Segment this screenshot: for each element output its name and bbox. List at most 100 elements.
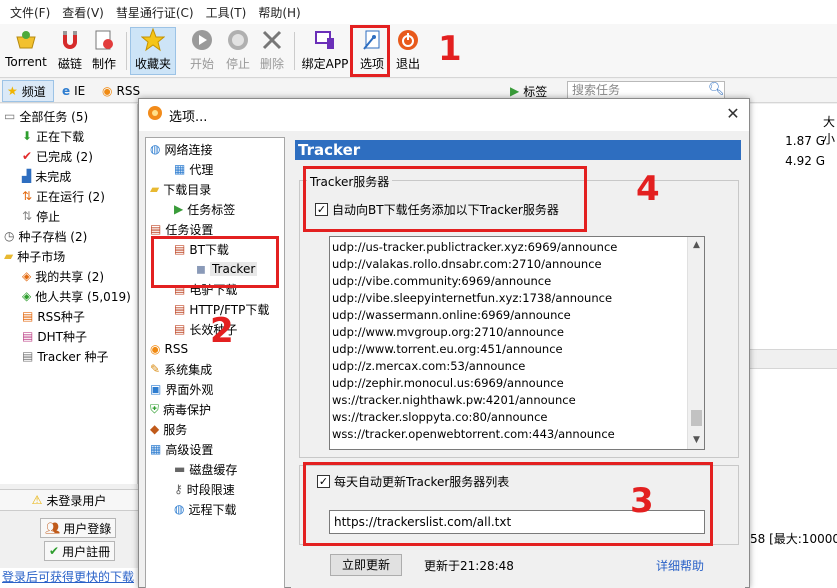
menu-view[interactable]: 查看(V) <box>56 4 110 21</box>
tracker-list-scrollbar[interactable]: ▲ ▼ <box>687 237 704 449</box>
sidebar-item-completed[interactable]: ✔ 已完成 (2) <box>22 146 93 166</box>
stop-icon <box>226 28 250 52</box>
sidebar-item-incomplete[interactable]: ▟ 未完成 <box>22 166 71 186</box>
sidebar-item-all-tasks[interactable]: ▭ 全部任务 (5) <box>4 106 88 126</box>
toolbar-separator <box>294 32 295 70</box>
not-logged-in-status: ⚠ 未登录用户 <box>0 489 138 511</box>
integration-icon: ✎ <box>150 362 161 376</box>
tag-icon: ▶ <box>510 84 520 98</box>
start-button[interactable]: 开始 <box>186 28 218 74</box>
annotation-box-2 <box>151 236 279 288</box>
clipboard-icon: ▤ <box>150 222 162 236</box>
tree-item-task-tags[interactable]: ▶ 任务标签 <box>174 199 235 219</box>
stop-arrows-icon: ⇅ <box>22 209 33 223</box>
detailed-help-link[interactable]: 详细帮助 <box>656 557 704 574</box>
tracker-line: udp://z.mercax.com:53/announce <box>332 359 526 373</box>
sidebar-item-downloading[interactable]: ⬇ 正在下载 <box>22 126 84 146</box>
tracker-seed-icon: ▤ <box>22 349 34 363</box>
menu-help[interactable]: 帮助(H) <box>252 4 306 21</box>
tracker-list-textarea[interactable]: udp://us-tracker.publictracker.xyz:6969/… <box>329 236 705 450</box>
tree-item-services[interactable]: ◆ 服务 <box>150 419 187 439</box>
sidebar-item-dht-seeds[interactable]: ▤ DHT种子 <box>22 326 87 346</box>
scroll-up-icon[interactable]: ▲ <box>688 237 704 254</box>
checkmark-icon: ✔ <box>22 149 33 163</box>
login-button[interactable]: 👥︎ 用户登錄 <box>40 518 117 538</box>
toolbar-separator <box>126 32 127 70</box>
tree-item-remote-download[interactable]: ◍ 远程下载 <box>174 499 237 519</box>
key-icon: ⚷ <box>174 482 183 496</box>
scroll-thumb[interactable] <box>691 410 702 426</box>
tracker-line: udp://www.torrent.eu.org:451/announce <box>332 342 563 356</box>
tree-item-time-limit[interactable]: ⚷ 时段限速 <box>174 479 235 499</box>
search-icon[interactable]: 🔍︎ <box>708 82 725 97</box>
globe-icon: ◍ <box>174 502 185 516</box>
scroll-down-icon[interactable]: ▼ <box>688 432 704 449</box>
tracker-line: udp://wassermann.online:6969/announce <box>332 308 571 322</box>
tree-item-virus-protection[interactable]: ⛨ 病毒保护 <box>150 399 211 419</box>
menu-bar: 文件(F) 查看(V) 彗星通行证(C) 工具(T) 帮助(H) <box>0 0 837 24</box>
tree-item-network[interactable]: ◍ 网络连接 <box>150 139 213 159</box>
menu-tools[interactable]: 工具(T) <box>200 4 253 21</box>
connection-status: 58 [最大:10000] <box>750 532 837 546</box>
exit-button[interactable]: 退出 <box>392 28 424 74</box>
tracker-line: udp://valakas.rollo.dnsabr.com:2710/anno… <box>332 257 602 271</box>
torrent-icon <box>14 28 38 52</box>
long-seed-icon: ▤ <box>174 322 186 336</box>
warning-icon: ⚠ <box>31 493 43 507</box>
tree-item-disk-cache[interactable]: ▬ 磁盘缓存 <box>174 459 237 479</box>
tree-item-download-dir[interactable]: ▰ 下载目录 <box>150 179 211 199</box>
sidebar-item-rss-seeds[interactable]: ▤ RSS种子 <box>22 306 85 326</box>
torrent-button[interactable]: Torrent <box>4 28 48 74</box>
sidebar-item-tracker-seeds[interactable]: ▤ Tracker 种子 <box>22 346 108 366</box>
download-share-icon: ◈ <box>22 289 32 303</box>
tree-item-proxy[interactable]: ▦ 代理 <box>174 159 213 179</box>
tracker-line: ws://tracker.nighthawk.pw:4201/announce <box>332 393 576 407</box>
login-benefit-link[interactable]: 登录后可获得更快的下载 <box>0 568 138 588</box>
annotation-box-1 <box>350 25 390 77</box>
column-header-size[interactable]: 大小 <box>823 113 837 147</box>
services-icon: ◆ <box>150 422 160 436</box>
annotation-number-1: 1 <box>438 29 462 69</box>
annotation-number-3: 3 <box>630 481 654 521</box>
delete-button[interactable]: 删除 <box>256 28 288 74</box>
sidebar: ▭ 全部任务 (5) ⬇ 正在下载 ✔ 已完成 (2) ▟ 未完成 ⇅ 正在运行 (2) … <box>0 104 138 484</box>
register-button[interactable]: ✔ 用户註冊 <box>44 541 116 561</box>
magnet-button[interactable]: 磁链 <box>54 28 86 74</box>
star-icon: ★ <box>7 84 18 98</box>
sidebar-item-running[interactable]: ⇅ 正在运行 (2) <box>22 186 105 206</box>
sidebar-item-my-shares[interactable]: ◈ 我的共享 (2) <box>22 266 104 286</box>
share-icon: ◈ <box>22 269 32 283</box>
tracker-line: udp://zephir.monocul.us:6969/announce <box>332 376 564 390</box>
sidebar-item-seed-market[interactable]: ▰ 种子市场 <box>4 246 65 266</box>
annotation-box-4 <box>303 166 587 232</box>
make-torrent-button[interactable]: 制作 <box>88 28 120 74</box>
arrow-down-icon: ⬇ <box>22 129 33 143</box>
tree-item-system-integration[interactable]: ✎ 系统集成 <box>150 359 212 379</box>
update-now-button[interactable]: 立即更新 <box>330 554 402 576</box>
tree-item-advanced[interactable]: ▦ 高级设置 <box>150 439 213 459</box>
sidebar-item-stopped[interactable]: ⇅ 停止 <box>22 206 60 226</box>
tracker-line: udp://us-tracker.publictracker.xyz:6969/… <box>332 240 618 254</box>
disk-icon: ▬ <box>174 462 186 476</box>
stop-button[interactable]: 停止 <box>222 28 254 74</box>
dialog-title-bar: 选项... <box>139 99 749 131</box>
menu-file[interactable]: 文件(F) <box>4 4 56 21</box>
table-row[interactable]: 1.87 G <box>785 134 825 148</box>
sidebar-item-others-shares[interactable]: ◈ 他人共享 (5,019) <box>22 286 131 306</box>
green-check-icon: ✔ <box>49 544 60 558</box>
sidebar-item-seed-archive[interactable]: ◷ 种子存档 (2) <box>4 226 87 246</box>
ie-icon: e <box>62 84 71 98</box>
tab-channel[interactable]: ★ 频道 <box>2 80 54 102</box>
table-row[interactable]: 4.92 G <box>785 154 825 168</box>
menu-comet-pass[interactable]: 彗星通行证(C) <box>110 4 200 21</box>
make-torrent-icon <box>92 28 116 52</box>
tree-item-rss[interactable]: ◉ RSS <box>150 339 188 359</box>
clock-icon: ◷ <box>4 229 15 243</box>
close-icon[interactable]: ✕ <box>723 105 743 125</box>
tree-item-appearance[interactable]: ▣ 界面外观 <box>150 379 213 399</box>
power-icon <box>396 28 420 52</box>
tab-ie[interactable]: e IE <box>58 80 89 102</box>
favorites-button[interactable]: 收藏夹 <box>130 27 176 75</box>
bind-app-button[interactable]: 绑定APP <box>300 28 350 74</box>
http-icon: ▤ <box>174 302 186 316</box>
